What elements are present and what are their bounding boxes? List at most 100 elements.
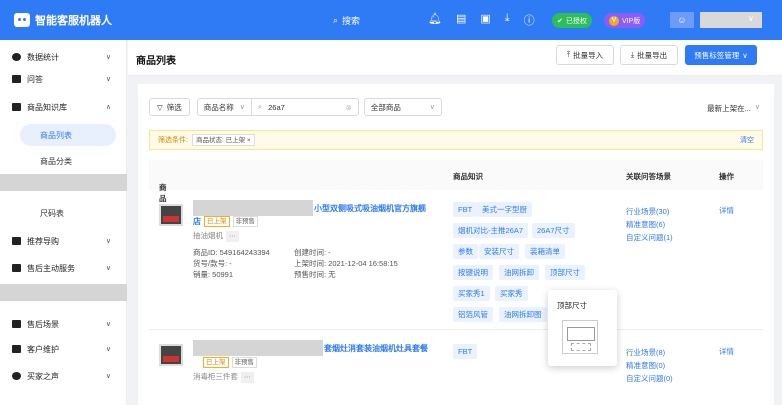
chevron-down-icon: ∨ [105, 76, 111, 83]
sidebar-item-aftersale-service[interactable]: 售后主动服务 ∨ [0, 257, 127, 279]
sidebar-item-aftersale-scene[interactable]: 售后场景 ∨ [0, 313, 127, 335]
chevron-down-icon: ∨ [429, 104, 435, 111]
knowledge-chip[interactable]: 装箱清单 [525, 244, 565, 259]
sidebar-item-customer[interactable]: 客户维护 ∨ [0, 338, 127, 360]
col-ops: 操作 [719, 172, 734, 181]
knowledge-chip[interactable]: 美式一字型厨 [477, 202, 532, 217]
knowledge-chip[interactable]: 铝箔风管 [453, 307, 493, 322]
filter-condition-bar: 筛选条件: 商品状态: 已上架 × 清空 [149, 130, 763, 150]
product-thumbnail[interactable] [159, 204, 183, 226]
clear-icon[interactable]: ⊗ [346, 103, 352, 112]
sidebar-item-label: 数据统计 [27, 52, 59, 62]
sales: 销量: 50991 [193, 270, 234, 279]
field-select-value: 商品名称 [203, 102, 234, 112]
scene-link[interactable]: 行业场景(30) [626, 205, 673, 218]
top-search-button[interactable]: ⌕ 搜索 [333, 14, 360, 27]
truck-icon [12, 320, 21, 328]
knowledge-chip[interactable]: 按键说明 [453, 265, 493, 280]
scene-link[interactable]: 自定义问题(1) [626, 231, 673, 244]
knowledge-chip[interactable]: 油网拆卸图 [499, 307, 547, 322]
detail-link[interactable]: 详情 [719, 205, 734, 216]
category-text: 抽油烟机 [193, 231, 223, 240]
help-icon[interactable]: ⓘ [524, 12, 535, 28]
chevron-down-icon: ∨ [105, 373, 111, 380]
scope-select[interactable]: 全部商品 ∨ [363, 98, 442, 116]
bulk-import-button[interactable]: ⤒ 批量导入 [556, 45, 614, 65]
filter-row: ▽ 筛选 商品名称 ∨ ⌕ 26a7 ⊗ 全部商品 ∨ [149, 98, 442, 116]
product-name-redacted [193, 200, 313, 216]
dimension-diagram-image [562, 320, 598, 354]
presale-tag-button[interactable]: 预售标签管理 ∨ [685, 45, 757, 65]
download-icon[interactable]: ⤓ [505, 12, 510, 28]
presale-time: 预售时间: 无 [294, 270, 336, 279]
sidebar-item-label: 售后场景 [27, 319, 59, 329]
sidebar-sub-category[interactable]: 商品分类 [0, 150, 127, 172]
knowledge-chip[interactable]: 烟机对比-主推26A7 [453, 223, 529, 238]
sidebar-item-guide[interactable]: 推荐导购 ∨ [0, 230, 127, 252]
knowledge-chip[interactable]: 参数 [453, 244, 478, 259]
product-name[interactable]: 小型双侧吸式吸油烟机官方旗舰 [314, 203, 426, 214]
knowledge-chip[interactable]: 买家秀1 [453, 286, 490, 301]
filter-button[interactable]: ▽ 筛选 [149, 98, 190, 116]
bell-icon[interactable]: 🔔︎ [428, 12, 442, 28]
sidebar-item-knowledge[interactable]: 商品知识库 ∧ [0, 96, 127, 118]
table-row: 套烟灶消套装油烟机灶具套餐 已上架 非预售 消毒柜三件套 ⋯ FBT 行业场景(8… [149, 330, 763, 405]
sidebar-item-label: 问答 [27, 74, 43, 84]
knowledge-chip[interactable]: 26A7尺寸 [532, 223, 575, 238]
more-icon[interactable]: ⋯ [226, 231, 239, 242]
chevron-down-icon: ∨ [754, 104, 760, 111]
product-name[interactable]: 套烟灶消套装油烟机灶具套餐 [324, 343, 428, 354]
knowledge-chip[interactable]: FBT [453, 344, 478, 359]
sidebar-redacted-item[interactable] [0, 174, 127, 191]
presale-badge: 非预售 [232, 216, 258, 227]
product-thumbnail[interactable] [159, 344, 183, 366]
vip-badge[interactable]: V VIP版 [604, 13, 646, 28]
field-select[interactable]: 商品名称 ∨ [196, 98, 251, 116]
filter-label: 筛选 [166, 102, 182, 112]
document-icon[interactable]: ▤ [456, 12, 466, 28]
knowledge-chip[interactable]: FBT [453, 202, 478, 217]
bulk-export-button[interactable]: ⤓ 批量导出 [620, 45, 678, 65]
authorized-badge[interactable]: ✔ 已授权 [552, 13, 592, 28]
sidebar-sub-label: 尺码表 [40, 208, 64, 218]
popover-title: 顶部尺寸 [557, 301, 587, 310]
product-panel: ▽ 筛选 商品名称 ∨ ⌕ 26a7 ⊗ 全部商品 ∨ 最新上架在... ∨ 筛… [138, 84, 774, 405]
more-icon[interactable]: ⋯ [241, 372, 254, 383]
app-logo[interactable]: 智能客服机器人 [14, 12, 112, 28]
chevron-down-icon: ∨ [105, 321, 111, 328]
sidebar: 数据统计 ∨ 问答 ∨ 商品知识库 ∧ 商品列表 商品分类 尺码表 推荐导购 ∨… [0, 40, 127, 405]
knowledge-chip[interactable]: 顶部尺寸 [545, 265, 585, 280]
scene-link[interactable]: 自定义问题(0) [626, 372, 673, 385]
knowledge-chip[interactable]: 安装尺寸 [479, 244, 519, 259]
detail-link[interactable]: 详情 [719, 346, 734, 357]
product-meta-left: 商品ID: 549164243394 货号/款号: - 销量: 50991 [193, 247, 270, 280]
scene-link[interactable]: 行业场景(8) [626, 346, 673, 359]
chevron-down-icon: ∨ [105, 346, 111, 353]
sidebar-item-voice[interactable]: 买家之声 ∨ [0, 365, 127, 387]
sidebar-item-stats[interactable]: 数据统计 ∨ [0, 46, 127, 68]
product-name-line2[interactable]: 店 [193, 216, 201, 227]
app-name: 智能客服机器人 [35, 15, 112, 27]
page-header: 商品列表 [128, 40, 782, 76]
search-input[interactable]: ⌕ 26a7 ⊗ [250, 98, 359, 116]
sidebar-item-label: 客户维护 [27, 344, 59, 354]
scene-link[interactable]: 精准意图(6) [626, 218, 673, 231]
status-badge: 已上架 [203, 357, 229, 368]
chevron-down-icon[interactable]: ∨ [748, 14, 754, 23]
table-header: 商品 ⓘ 商品知识 关联问答场景 操作 [149, 160, 763, 203]
sidebar-redacted-item[interactable] [0, 284, 127, 301]
book-icon [12, 103, 21, 111]
clear-conditions-link[interactable]: 清空 [740, 135, 754, 145]
sidebar-item-qa[interactable]: 问答 ∨ [0, 68, 127, 90]
user-icon[interactable]: ☺ [670, 12, 694, 28]
sidebar-sub-product-list[interactable]: 商品列表 [20, 124, 116, 146]
sidebar-sub-size-chart[interactable]: 尺码表 [0, 202, 127, 224]
screen-icon[interactable]: ▣ [480, 12, 490, 28]
scene-link[interactable]: 精准意图(0) [626, 359, 673, 372]
condition-tag[interactable]: 商品状态: 已上架 × [191, 134, 255, 146]
knowledge-chip[interactable]: 买家秀 [495, 286, 528, 301]
knowledge-chip[interactable]: 油网拆卸 [499, 265, 539, 280]
top-bar: 智能客服机器人 ⌕ 搜索 🔔︎ ▤ ▣ ⤓ ⓘ ✔ 已授权 V VIP版 ☺ ∨ [0, 0, 782, 40]
chevron-up-icon: ∧ [105, 104, 111, 111]
sort-select[interactable]: 最新上架在... ∨ [707, 103, 760, 114]
